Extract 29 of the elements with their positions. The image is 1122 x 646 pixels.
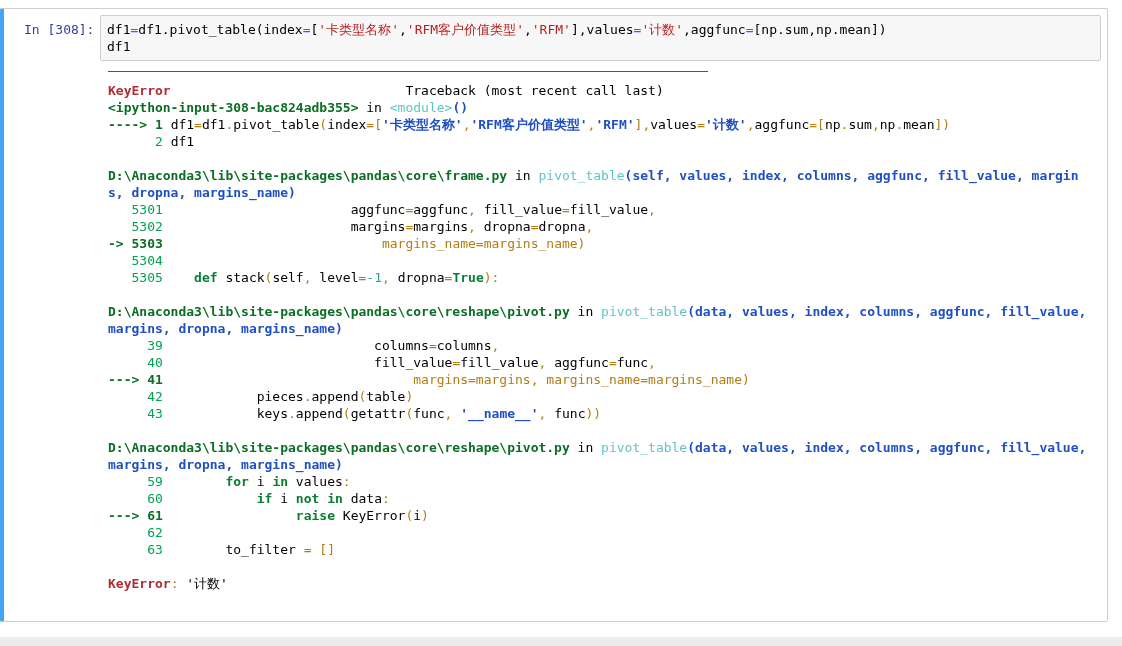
traceback-line: 5302 margins=margins, dropna=dropna, bbox=[130, 218, 595, 235]
traceback-line: 39 columns=columns, bbox=[146, 337, 501, 354]
traceback-line: D:\Anaconda3\lib\site-packages\pandas\core\reshape\pivot.py in pivot_table(data, values, index, columns, aggfunc, fill_value, bbox=[108, 439, 1088, 456]
traceback-line: KeyError Traceback (most recent call last) bbox=[108, 82, 665, 99]
code-editor[interactable]: df1=df1.pivot_table(index=['卡类型名称','RFM客户价值类型','RFM'],values='计数',aggfunc=[np.sum,np.mean]) df1 bbox=[100, 15, 1101, 61]
traceback-line: 43 keys.append(getattr(func, '__name__', func)) bbox=[146, 405, 603, 422]
traceback-line: 5301 aggfunc=aggfunc, fill_value=fill_value, bbox=[130, 201, 657, 218]
traceback-line: 5305 def stack(self, level=-1, dropna=True): bbox=[130, 269, 501, 286]
traceback-line: s, dropna, margins_name) bbox=[108, 184, 297, 201]
notebook-cell[interactable] bbox=[0, 8, 1108, 622]
traceback-line: ---> 41 margins=margins, margins_name=margins_name) bbox=[108, 371, 751, 388]
traceback-line: 5304 bbox=[130, 252, 164, 269]
input-prompt: In [308]: bbox=[23, 21, 96, 38]
traceback-line: 62 bbox=[146, 524, 164, 541]
traceback-line: 2 df1 bbox=[153, 133, 196, 150]
traceback-line: ----> 1 df1=df1.pivot_table(index=['卡类型名称','RFM客户价值类型','RFM'],values='计数',aggfunc=[np.sum,np.mean]) bbox=[108, 116, 952, 133]
traceback-line: 42 pieces.append(table) bbox=[146, 388, 415, 405]
traceback-line: ---> 61 raise KeyError(i) bbox=[108, 507, 430, 524]
traceback-line: D:\Anaconda3\lib\site-packages\pandas\core\frame.py in pivot_table(self, values, index, columns, aggfunc, fill_value, margin bbox=[108, 167, 1080, 184]
traceback-line: -> 5303 margins_name=margins_name) bbox=[108, 235, 587, 252]
traceback-line: D:\Anaconda3\lib\site-packages\pandas\core\reshape\pivot.py in pivot_table(data, values, index, columns, aggfunc, fill_value, bbox=[108, 303, 1088, 320]
traceback-line: 40 fill_value=fill_value, aggfunc=func, bbox=[146, 354, 657, 371]
traceback-line: <ipython-input-308-bac824adb355> in <module>() bbox=[108, 99, 470, 116]
traceback-line: margins, dropna, margins_name) bbox=[108, 320, 344, 337]
traceback-line: 59 for i in values: bbox=[146, 473, 352, 490]
traceback-line: 60 if i not in data: bbox=[146, 490, 391, 507]
traceback-line: 63 to_filter = [] bbox=[146, 541, 336, 558]
traceback-line: KeyError: '计数' bbox=[108, 575, 229, 592]
traceback-line: margins, dropna, margins_name) bbox=[108, 456, 344, 473]
